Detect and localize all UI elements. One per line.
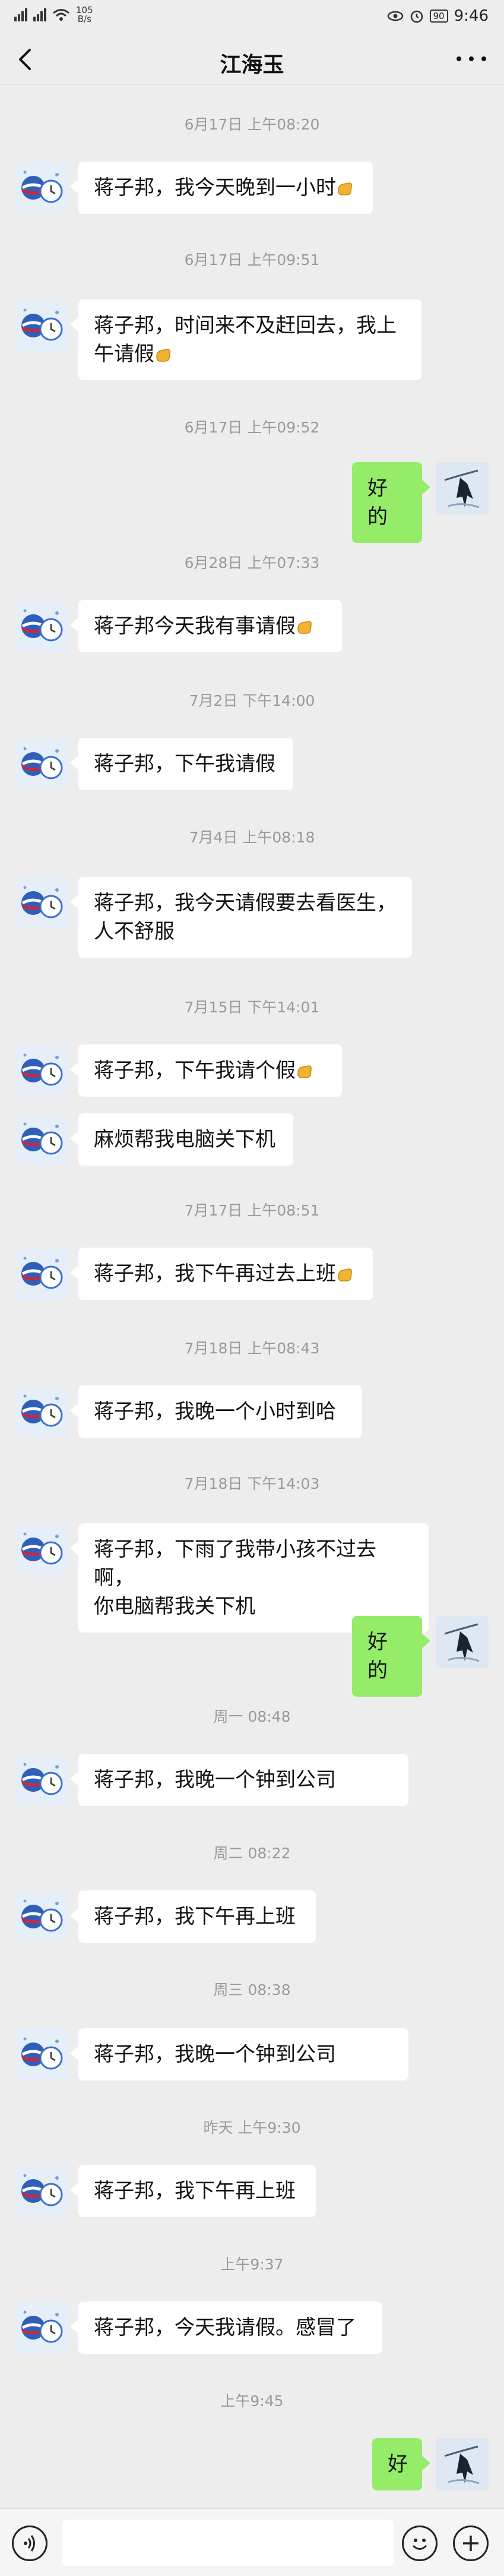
outgoing-message-bubble[interactable]: 好: [372, 2438, 430, 2490]
incoming-message-bubble[interactable]: 蒋子邦，我下午再过去上班: [70, 1248, 373, 1300]
contact-avatar[interactable]: [15, 2165, 68, 2217]
incoming-message-bubble[interactable]: 蒋子邦，下午我请个假: [70, 1044, 342, 1097]
contact-avatar[interactable]: [15, 1248, 68, 1300]
message-text: 蒋子邦，我晚一个钟到公司: [94, 1768, 336, 1792]
emoji-icon[interactable]: [402, 2526, 438, 2561]
timestamp: 周一 08:48: [213, 1708, 291, 1725]
message-text: 蒋子邦，我今天晚到一小时: [94, 176, 336, 200]
self-avatar[interactable]: [436, 1616, 489, 1668]
contact-avatar[interactable]: [15, 600, 68, 652]
message-text: 好: [388, 2452, 408, 2476]
eye-icon: [387, 11, 403, 21]
incoming-message-bubble[interactable]: 蒋子邦，我今天请假要去看医生， 人不舒服: [70, 877, 412, 958]
incoming-message-bubble[interactable]: 蒋子邦，今天我请假。感冒了: [70, 2302, 382, 2354]
timestamp: 7月18日 上午08:43: [184, 1340, 320, 1357]
chat-header: 江海玉: [0, 36, 504, 85]
contact-avatar[interactable]: [15, 299, 68, 352]
message-text: 蒋子邦，我下午再过去上班: [94, 1262, 336, 1286]
timestamp: 6月28日 上午07:33: [184, 554, 320, 572]
contact-avatar[interactable]: [15, 738, 68, 790]
timestamp: 周三 08:38: [213, 1981, 291, 1999]
incoming-message-bubble[interactable]: 蒋子邦，我今天晚到一小时: [70, 162, 373, 214]
contact-avatar[interactable]: [15, 1113, 68, 1166]
fist-emoji-icon: [297, 1065, 312, 1078]
message-text: 蒋子邦，我晚一个钟到公司: [94, 2043, 336, 2066]
timestamp: 7月2日 下午14:00: [189, 692, 315, 709]
message-text: 蒋子邦今天我有事请假: [94, 614, 296, 638]
contact-avatar[interactable]: [15, 877, 68, 929]
incoming-message-bubble[interactable]: 蒋子邦今天我有事请假: [70, 600, 342, 652]
fist-emoji-icon: [338, 1268, 352, 1281]
contact-avatar[interactable]: [15, 1754, 68, 1806]
contact-name-title: 江海玉: [220, 53, 284, 77]
message-text: 蒋子邦，我晚一个小时到哈: [94, 1400, 336, 1423]
contact-avatar[interactable]: [15, 1044, 68, 1097]
outgoing-message-bubble[interactable]: 好的: [352, 1616, 430, 1697]
message-text: 蒋子邦，我下午再上班: [94, 1905, 296, 1928]
self-avatar[interactable]: [436, 462, 489, 514]
fist-emoji-icon: [297, 621, 312, 634]
incoming-message-bubble[interactable]: 蒋子邦，我下午再上班: [70, 1890, 316, 1943]
timestamp: 6月17日 上午09:52: [184, 419, 320, 436]
timestamp: 昨天 上午9:30: [203, 2119, 301, 2136]
message-text: 好的: [367, 1630, 388, 1682]
message-text: 蒋子邦，时间来不及赶回去，我上 午请假: [94, 314, 397, 366]
timestamp: 7月18日 下午14:03: [184, 1475, 320, 1492]
status-bar: 105 B/s 90 9:46: [0, 0, 504, 36]
contact-avatar[interactable]: [15, 2302, 68, 2354]
message-text: 蒋子邦，下午我请个假: [94, 1059, 296, 1082]
incoming-message-bubble[interactable]: 蒋子邦，我晚一个钟到公司: [70, 2028, 408, 2081]
fist-emoji-icon: [338, 182, 352, 195]
more-dots-icon[interactable]: [457, 50, 486, 68]
contact-avatar[interactable]: [15, 1523, 68, 1576]
timestamp: 上午9:45: [220, 2392, 284, 2410]
message-text: 蒋子邦，我今天请假要去看医生， 人不舒服: [94, 891, 397, 943]
fist-emoji-icon: [156, 349, 170, 362]
net-speed-unit: B/s: [77, 14, 91, 24]
signal-icon: [14, 8, 27, 21]
message-text: 蒋子邦，下雨了我带小孩不过去啊， 你电脑帮我关下机: [94, 1538, 376, 1618]
voice-icon[interactable]: [12, 2526, 47, 2561]
self-avatar[interactable]: [436, 2438, 489, 2490]
timestamp: 7月17日 上午08:51: [184, 1202, 320, 1219]
clock: 9:46: [454, 7, 489, 25]
status-right: 90 9:46: [387, 7, 489, 25]
plus-icon[interactable]: [453, 2526, 489, 2561]
timestamp: 周二 08:22: [213, 1845, 291, 1862]
network-speed: 105 B/s: [76, 6, 93, 24]
timestamp: 6月17日 上午09:51: [184, 251, 320, 269]
incoming-message-bubble[interactable]: 蒋子邦，我晚一个钟到公司: [70, 1754, 408, 1806]
incoming-message-bubble[interactable]: 蒋子邦，我晚一个小时到哈: [70, 1385, 362, 1438]
incoming-message-bubble[interactable]: 蒋子邦，时间来不及赶回去，我上 午请假: [70, 299, 421, 380]
status-left: 105 B/s: [14, 6, 93, 24]
message-text: 好的: [367, 476, 388, 529]
contact-avatar[interactable]: [15, 2028, 68, 2081]
wifi-icon: [53, 9, 69, 21]
timestamp: 7月15日 下午14:01: [184, 999, 320, 1016]
message-text: 蒋子邦，今天我请假。感冒了: [94, 2316, 356, 2340]
outgoing-message-bubble[interactable]: 好的: [352, 462, 430, 543]
message-text: 麻烦帮我电脑关下机: [94, 1128, 275, 1151]
message-text: 蒋子邦，下午我请假: [94, 752, 275, 776]
contact-avatar[interactable]: [15, 1385, 68, 1438]
incoming-message-bubble[interactable]: 麻烦帮我电脑关下机: [70, 1113, 293, 1166]
contact-avatar[interactable]: [15, 162, 68, 214]
battery-indicator: 90: [429, 10, 448, 23]
timestamp: 6月17日 上午08:20: [184, 116, 320, 133]
contact-avatar[interactable]: [15, 1890, 68, 1943]
timestamp: 7月4日 上午08:18: [189, 829, 315, 846]
alarm-icon: [410, 10, 423, 23]
signal-icon-2: [33, 8, 46, 21]
message-text: 蒋子邦，我下午再上班: [94, 2179, 296, 2203]
message-input[interactable]: [62, 2520, 394, 2566]
input-bar: [0, 2508, 504, 2576]
timestamp: 上午9:37: [220, 2256, 284, 2273]
incoming-message-bubble[interactable]: 蒋子邦，我下午再上班: [70, 2165, 316, 2217]
incoming-message-bubble[interactable]: 蒋子邦，下午我请假: [70, 738, 293, 790]
